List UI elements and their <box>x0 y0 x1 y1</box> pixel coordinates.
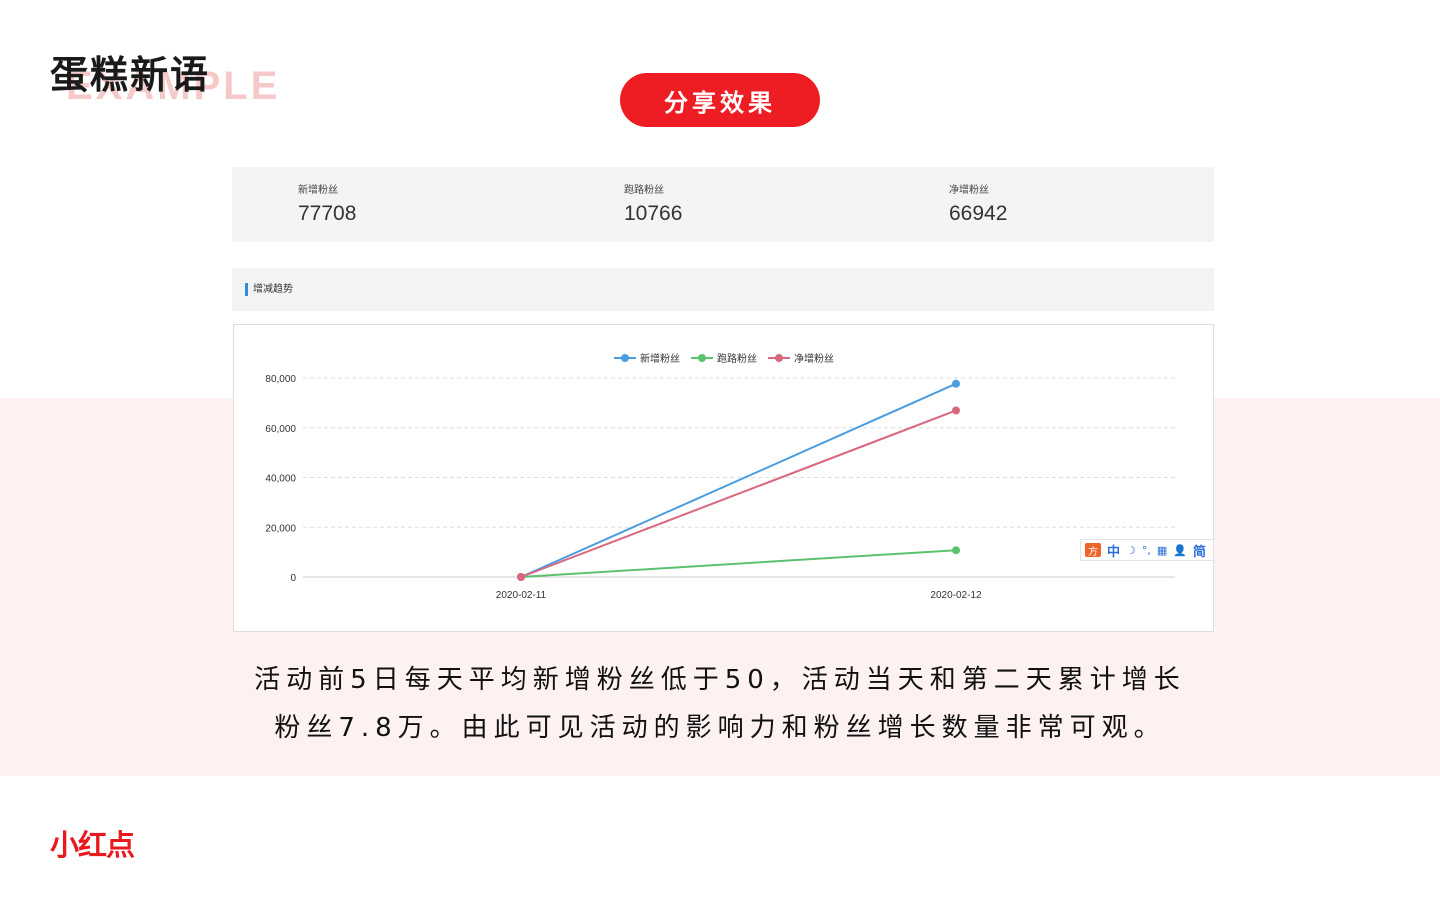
section-title-pill: 分享效果 <box>620 73 820 127</box>
trend-header: 增减趋势 <box>232 268 1214 311</box>
stat-net-fans: 净增粉丝 66942 <box>949 181 1007 226</box>
stats-panel: 新增粉丝 77708 跑路粉丝 10766 净增粉丝 66942 <box>232 167 1214 242</box>
ime-user-icon[interactable]: 👤 <box>1173 544 1187 557</box>
legend-label: 新增粉丝 <box>640 352 680 365</box>
ime-keyboard-icon[interactable]: ▦ <box>1157 544 1167 557</box>
y-tick-label: 0 <box>290 573 296 584</box>
legend-marker <box>775 354 783 362</box>
series-line <box>520 409 957 578</box>
legend-marker <box>698 354 706 362</box>
legend-label: 跑路粉丝 <box>717 352 757 365</box>
y-tick-label: 20,000 <box>265 523 296 534</box>
ime-logo-icon[interactable]: 方 <box>1085 543 1101 558</box>
stat-label: 新增粉丝 <box>298 185 338 196</box>
stat-value: 10766 <box>624 202 683 225</box>
x-tick-label: 2020-02-12 <box>930 590 982 601</box>
description-line-1: 活动前5日每天平均新增粉丝低于50，活动当天和第二天累计增长 <box>254 665 1186 695</box>
stat-label: 净增粉丝 <box>949 185 989 196</box>
y-tick-label: 40,000 <box>265 474 296 485</box>
data-point <box>952 546 960 555</box>
trend-title: 增减趋势 <box>253 284 293 295</box>
series-line <box>520 549 957 578</box>
footer-logo: 小红点 <box>50 828 135 862</box>
brand-header: EXAMPLE 蛋糕新语 <box>50 44 310 114</box>
trend-accent-bar <box>245 283 248 296</box>
description-text: 活动前5日每天平均新增粉丝低于50，活动当天和第二天累计增长 粉丝7.8万。由此… <box>200 656 1240 752</box>
ime-moon-icon[interactable]: ☽ <box>1126 544 1136 557</box>
data-point <box>517 573 525 581</box>
trend-chart: 0 20,000 40,000 60,000 80,000 2020-02-11 2020-… <box>233 324 1214 632</box>
data-point <box>952 379 960 388</box>
stat-label: 跑路粉丝 <box>624 185 664 196</box>
stat-lost-fans: 跑路粉丝 10766 <box>624 181 682 226</box>
stat-value: 66942 <box>949 202 1008 225</box>
description-line-2: 粉丝7.8万。由此可见活动的影响力和粉丝增长数量非常可观。 <box>274 713 1166 743</box>
legend-marker <box>621 354 629 362</box>
x-tick-label: 2020-02-11 <box>496 590 547 601</box>
series-line <box>520 382 957 578</box>
ime-mode-toggle[interactable]: 中 <box>1107 541 1120 560</box>
legend-label: 净增粉丝 <box>794 352 834 365</box>
chart-svg: 0 20,000 40,000 60,000 80,000 2020-02-11 2020-… <box>265 352 1175 601</box>
data-point <box>952 406 960 415</box>
ime-punctuation-icon[interactable]: °, <box>1142 544 1151 557</box>
brand-title: 蛋糕新语 <box>50 53 211 97</box>
stat-value: 77708 <box>298 202 357 225</box>
y-tick-label: 80,000 <box>265 374 296 385</box>
ime-toolbar[interactable]: 方 中 ☽ °, ▦ 👤 简 <box>1080 539 1214 561</box>
y-tick-label: 60,000 <box>265 424 296 435</box>
stat-new-fans: 新增粉丝 77708 <box>298 181 356 226</box>
ime-variant-toggle[interactable]: 简 <box>1193 541 1206 560</box>
